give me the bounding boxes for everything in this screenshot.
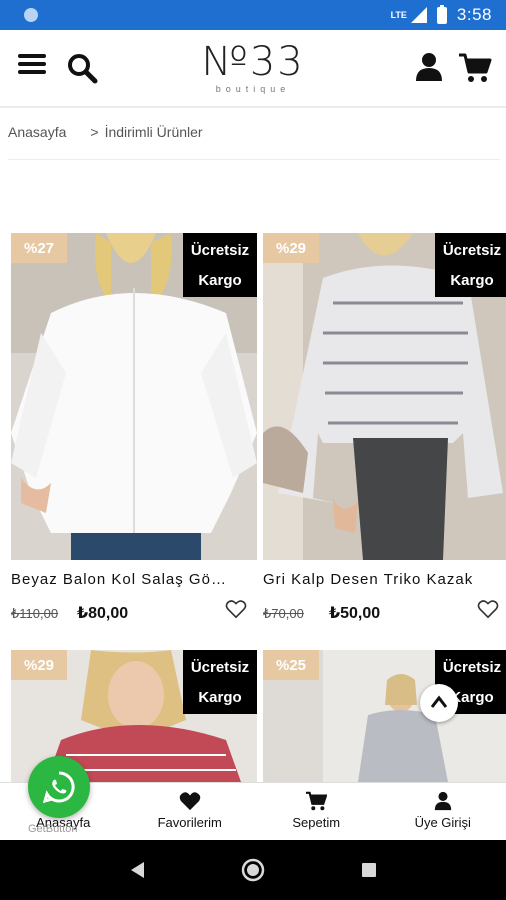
free-shipping-line1: Ücretsiz bbox=[442, 658, 502, 676]
status-icons: LTE 3:58 bbox=[390, 4, 492, 25]
favorite-heart-icon[interactable] bbox=[477, 599, 499, 619]
app-header: №33 boutique bbox=[0, 30, 506, 108]
status-bar: LTE 3:58 bbox=[0, 0, 506, 30]
shopping-cart-icon[interactable] bbox=[458, 52, 492, 84]
nav-label: Üye Girişi bbox=[414, 815, 471, 830]
discount-badge: %29 bbox=[263, 233, 319, 263]
free-shipping-line2: Kargo bbox=[198, 688, 242, 706]
recent-apps-icon[interactable] bbox=[360, 861, 378, 879]
back-icon[interactable] bbox=[128, 860, 146, 880]
getbutton-credit[interactable]: GetButton bbox=[28, 823, 78, 835]
nav-label: Sepetim bbox=[292, 815, 341, 830]
product-image[interactable]: %27 Ücretsiz Kargo bbox=[11, 233, 257, 560]
free-shipping-line2: Kargo bbox=[198, 271, 242, 289]
cart-icon bbox=[306, 791, 328, 811]
product-image[interactable]: %29 Ücretsiz Kargo bbox=[263, 233, 506, 560]
product-title[interactable]: Beyaz Balon Kol Salaş Gömlek bbox=[11, 571, 233, 588]
scroll-to-top-button[interactable] bbox=[420, 684, 458, 722]
breadcrumb-separator: > bbox=[90, 124, 99, 140]
whatsapp-icon bbox=[42, 771, 75, 804]
hamburger-menu-icon[interactable] bbox=[18, 52, 46, 76]
favorite-heart-icon[interactable] bbox=[225, 599, 247, 619]
free-shipping-badge: Ücretsiz Kargo bbox=[183, 650, 257, 714]
brand-logo[interactable]: №33 boutique bbox=[178, 38, 328, 94]
product-title[interactable]: Gri Kalp Desen Triko Kazak bbox=[263, 571, 485, 588]
whatsapp-chat-button[interactable] bbox=[28, 756, 90, 818]
discount-badge: %27 bbox=[11, 233, 67, 263]
new-price: ₺50,00 bbox=[329, 605, 381, 622]
app-screen: LTE 3:58 №33 boutique Anasayfa > İndirim… bbox=[0, 0, 506, 900]
signal-icon bbox=[410, 7, 427, 23]
clock: 3:58 bbox=[456, 5, 492, 24]
discount-badge: %29 bbox=[11, 650, 67, 680]
product-image[interactable]: %25 Ücretsiz Kargo bbox=[263, 650, 506, 782]
user-icon bbox=[434, 791, 451, 811]
new-price: ₺80,00 bbox=[77, 605, 129, 622]
arrow-up-icon bbox=[430, 695, 448, 708]
discount-badge: %25 bbox=[263, 650, 319, 680]
nav-label: Favorilerim bbox=[157, 815, 222, 830]
logo-text: №33 bbox=[201, 39, 305, 85]
battery-icon bbox=[436, 4, 447, 24]
network-type: LTE bbox=[390, 10, 407, 20]
home-button-icon[interactable] bbox=[241, 858, 265, 882]
free-shipping-badge: Ücretsiz Kargo bbox=[183, 233, 257, 297]
free-shipping-line2: Kargo bbox=[450, 271, 494, 289]
system-navigation-bar bbox=[0, 840, 506, 900]
free-shipping-line1: Ücretsiz bbox=[190, 658, 250, 676]
breadcrumb: Anasayfa > İndirimli Ürünler bbox=[8, 124, 500, 160]
old-price: ₺70,00 bbox=[263, 606, 304, 621]
nav-item-cart[interactable]: Sepetim bbox=[253, 783, 380, 840]
nav-item-favorites[interactable]: Favorilerim bbox=[127, 783, 254, 840]
user-account-icon[interactable] bbox=[414, 52, 444, 82]
old-price: ₺110,00 bbox=[11, 606, 59, 621]
heart-icon bbox=[179, 792, 201, 811]
free-shipping-line1: Ücretsiz bbox=[190, 241, 250, 259]
search-icon[interactable] bbox=[66, 52, 98, 84]
notification-dot-icon bbox=[24, 8, 38, 22]
breadcrumb-home-link[interactable]: Anasayfa bbox=[8, 124, 66, 159]
nav-item-login[interactable]: Üye Girişi bbox=[380, 783, 506, 840]
breadcrumb-current: İndirimli Ürünler bbox=[104, 124, 203, 140]
free-shipping-line1: Ücretsiz bbox=[442, 241, 502, 259]
free-shipping-badge: Ücretsiz Kargo bbox=[435, 233, 506, 297]
